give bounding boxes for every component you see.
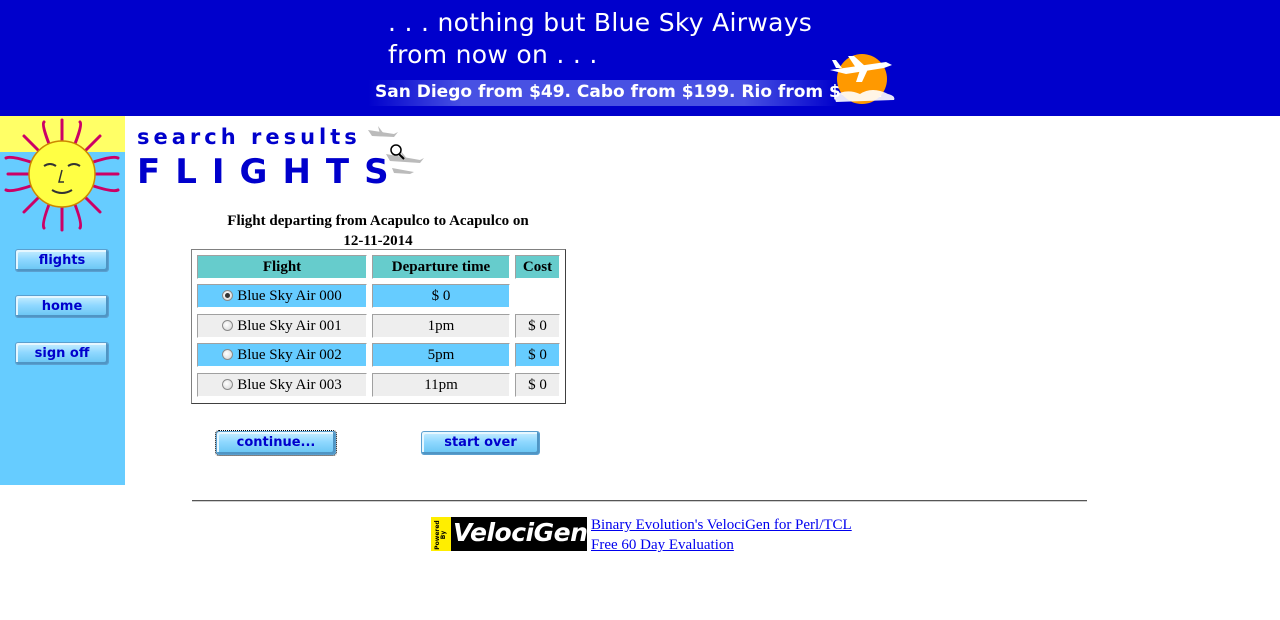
flights-nav-button[interactable]: flights xyxy=(15,249,109,272)
flight-radio-button[interactable] xyxy=(222,349,234,360)
flight-name: Blue Sky Air 003 xyxy=(237,377,342,393)
results-caption: Flight departing from Acapulco to Acapul… xyxy=(196,211,560,251)
planes-magnifier-icon xyxy=(368,126,424,174)
table-row-departure-cell: 11pm xyxy=(372,373,510,397)
flight-radio-button[interactable] xyxy=(222,320,234,331)
table-row-cost-cell: $ 0 xyxy=(515,373,560,397)
flight-name: Blue Sky Air 000 xyxy=(237,288,342,304)
sidebar: flights home sign off xyxy=(0,116,125,485)
flight-name: Blue Sky Air 002 xyxy=(237,347,342,363)
results-caption-date: 12-11-2014 xyxy=(343,233,413,249)
home-nav-button[interactable]: home xyxy=(15,295,109,318)
start-over-button[interactable]: start over xyxy=(421,431,540,455)
powered-by-tab: Powered By xyxy=(431,517,451,551)
sun-face-icon xyxy=(4,118,120,232)
table-row-departure-cell: $ 0 xyxy=(372,284,510,308)
sun-airplane-logo-icon xyxy=(830,54,895,104)
table-row-flight-cell: Blue Sky Air 001 xyxy=(197,314,367,338)
powered-by-text: Powered By xyxy=(434,520,447,550)
footer-divider xyxy=(192,500,1087,502)
banner-tagline-1: . . . nothing but Blue Sky Airways xyxy=(388,8,813,37)
table-row-departure-cell: 5pm xyxy=(372,343,510,367)
column-header-departure-time: Departure time xyxy=(372,255,510,279)
flights-table: Flight Departure time Cost Blue Sky Air … xyxy=(191,249,566,404)
table-row-cost-cell: $ 0 xyxy=(515,314,560,338)
table-row-cost-cell: $ 0 xyxy=(515,343,560,367)
flight-radio-button[interactable] xyxy=(222,379,234,390)
table-row-flight-cell: Blue Sky Air 000 xyxy=(197,284,367,308)
table-row-departure-cell: 1pm xyxy=(372,314,510,338)
flight-name: Blue Sky Air 001 xyxy=(237,318,342,334)
results-caption-route: Flight departing from Acapulco to Acapul… xyxy=(227,213,529,229)
table-row-flight-cell: Blue Sky Air 002 xyxy=(197,343,367,367)
sign-off-nav-button[interactable]: sign off xyxy=(15,342,109,365)
velocigen-link[interactable]: Binary Evolution's VelociGen for Perl/TC… xyxy=(591,515,852,535)
continue-button[interactable]: continue... xyxy=(215,430,337,456)
banner-tagline-2: from now on . . . xyxy=(388,40,598,69)
column-header-cost: Cost xyxy=(515,255,560,279)
page-subtitle: search results xyxy=(137,125,361,149)
column-header-flight: Flight xyxy=(197,255,367,279)
velocigen-logo: VelociGen! xyxy=(453,518,599,547)
free-evaluation-link[interactable]: Free 60 Day Evaluation xyxy=(591,535,734,555)
top-banner: . . . nothing but Blue Sky Airways from … xyxy=(0,0,1280,116)
banner-promo-text: San Diego from $49. Cabo from $199. Rio … xyxy=(375,82,883,102)
velocigen-badge[interactable]: Powered By VelociGen! xyxy=(431,517,599,551)
flight-radio-button[interactable] xyxy=(222,290,234,301)
table-row-flight-cell: Blue Sky Air 003 xyxy=(197,373,367,397)
